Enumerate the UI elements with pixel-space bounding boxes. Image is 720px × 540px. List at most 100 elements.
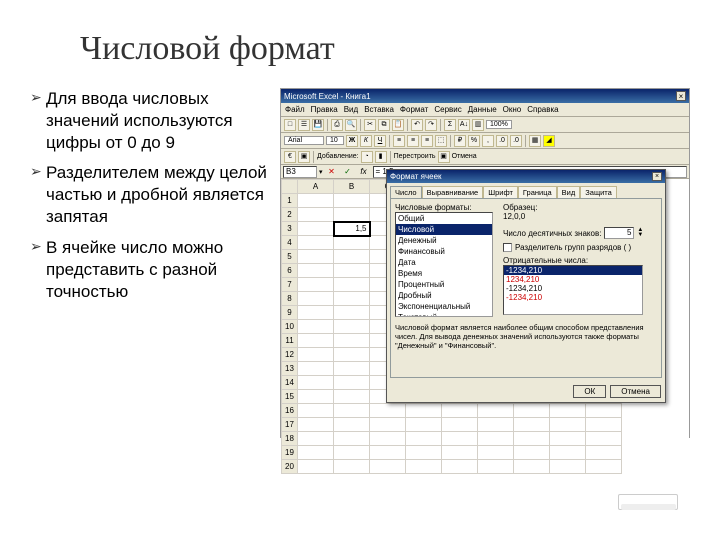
dec-decimal-icon[interactable]: .0: [510, 135, 522, 147]
menu-insert[interactable]: Вставка: [364, 105, 394, 114]
merge-icon[interactable]: ⬚: [435, 135, 447, 147]
menu-data[interactable]: Данные: [468, 105, 497, 114]
row-header[interactable]: 4: [282, 236, 298, 250]
euro-icon[interactable]: €: [284, 151, 296, 163]
cut-icon[interactable]: ✂: [364, 119, 376, 131]
font-size-combo[interactable]: 10: [326, 136, 344, 145]
copy-icon[interactable]: ⧉: [378, 119, 390, 131]
align-center-icon[interactable]: ≡: [407, 135, 419, 147]
fill-color-icon[interactable]: ◢: [543, 135, 555, 147]
tab-protection[interactable]: Защита: [580, 186, 617, 198]
format-option[interactable]: Текстовый: [396, 312, 492, 317]
dropdown-icon[interactable]: ▾: [319, 168, 323, 176]
undo-icon[interactable]: ↶: [411, 119, 423, 131]
row-header[interactable]: 10: [282, 320, 298, 334]
align-left-icon[interactable]: ≡: [393, 135, 405, 147]
font-combo[interactable]: Arial: [284, 136, 324, 145]
row-header[interactable]: 3: [282, 222, 298, 236]
currency-icon[interactable]: ₽: [454, 135, 466, 147]
new-icon[interactable]: □: [284, 119, 296, 131]
format-option[interactable]: Денежный: [396, 235, 492, 246]
sum-icon[interactable]: Σ: [444, 119, 456, 131]
borders-icon[interactable]: ▦: [529, 135, 541, 147]
tab-font[interactable]: Шрифт: [483, 186, 518, 198]
chart-icon[interactable]: ▥: [472, 119, 484, 131]
row-header[interactable]: 11: [282, 334, 298, 348]
paste-icon[interactable]: 📋: [392, 119, 404, 131]
underline-icon[interactable]: Ч: [374, 135, 386, 147]
negative-option[interactable]: -1234,210: [504, 293, 642, 302]
row-header[interactable]: 1: [282, 194, 298, 208]
cell-b3[interactable]: 1,5: [334, 222, 370, 236]
row-header[interactable]: 5: [282, 250, 298, 264]
tab-patterns[interactable]: Вид: [557, 186, 581, 198]
row-header[interactable]: 9: [282, 306, 298, 320]
align-right-icon[interactable]: ≡: [421, 135, 433, 147]
negative-option[interactable]: -1234,210: [504, 284, 642, 293]
confirm-entry-icon[interactable]: ✓: [341, 167, 355, 176]
col-header[interactable]: B: [334, 180, 370, 194]
sort-asc-icon[interactable]: A↓: [458, 119, 470, 131]
comma-icon[interactable]: ,: [482, 135, 494, 147]
italic-icon[interactable]: К: [360, 135, 372, 147]
preview-icon[interactable]: 🔍: [345, 119, 357, 131]
row-header[interactable]: 7: [282, 278, 298, 292]
tab-number[interactable]: Число: [390, 186, 422, 198]
spinner-arrows-icon[interactable]: ▲▼: [637, 228, 643, 238]
negative-option[interactable]: 1234,210: [504, 275, 642, 284]
decimals-spinner[interactable]: 5: [604, 227, 634, 239]
negative-option-selected[interactable]: -1234,210: [504, 266, 642, 275]
close-icon[interactable]: ×: [676, 91, 686, 101]
row-header[interactable]: 12: [282, 348, 298, 362]
cell[interactable]: [298, 194, 334, 208]
close-icon[interactable]: ×: [652, 172, 662, 181]
format-option[interactable]: Финансовый: [396, 246, 492, 257]
menu-tools[interactable]: Сервис: [434, 105, 461, 114]
row-header[interactable]: 16: [282, 404, 298, 418]
menu-file[interactable]: Файл: [285, 105, 305, 114]
format-option[interactable]: Дата: [396, 257, 492, 268]
pie-icon[interactable]: ◔: [361, 151, 373, 163]
format-listbox[interactable]: Общий Числовой Денежный Финансовый Дата …: [395, 212, 493, 317]
row-header[interactable]: 17: [282, 418, 298, 432]
row-header[interactable]: 8: [282, 292, 298, 306]
format-option[interactable]: Экспоненциальный: [396, 301, 492, 312]
fx-icon[interactable]: fx: [357, 167, 371, 176]
menu-help[interactable]: Справка: [527, 105, 558, 114]
menu-edit[interactable]: Правка: [311, 105, 338, 114]
select-all[interactable]: [282, 180, 298, 194]
name-box[interactable]: B3: [283, 166, 317, 178]
row-header[interactable]: 13: [282, 362, 298, 376]
inc-decimal-icon[interactable]: .0: [496, 135, 508, 147]
row-header[interactable]: 18: [282, 432, 298, 446]
print-icon[interactable]: ⎙: [331, 119, 343, 131]
row-header[interactable]: 6: [282, 264, 298, 278]
format-option[interactable]: Время: [396, 268, 492, 279]
cancel-entry-icon[interactable]: ✕: [325, 167, 339, 176]
row-header[interactable]: 19: [282, 446, 298, 460]
camera-icon[interactable]: ▣: [438, 151, 450, 163]
negative-listbox[interactable]: -1234,210 1234,210 -1234,210 -1234,210: [503, 265, 643, 315]
menu-format[interactable]: Формат: [400, 105, 428, 114]
chart-wizard-icon[interactable]: ▣: [298, 151, 310, 163]
format-option[interactable]: Процентный: [396, 279, 492, 290]
menu-window[interactable]: Окно: [503, 105, 522, 114]
row-header[interactable]: 20: [282, 460, 298, 474]
format-option[interactable]: Общий: [396, 213, 492, 224]
redo-icon[interactable]: ↷: [425, 119, 437, 131]
tab-border[interactable]: Граница: [518, 186, 557, 198]
tab-alignment[interactable]: Выравнивание: [422, 186, 484, 198]
save-icon[interactable]: 💾: [312, 119, 324, 131]
row-header[interactable]: 14: [282, 376, 298, 390]
thousands-sep-checkbox[interactable]: Разделитель групп разрядов ( ): [503, 243, 657, 252]
checkbox-icon[interactable]: [503, 243, 512, 252]
bar-icon[interactable]: ▮: [375, 151, 387, 163]
row-header[interactable]: 15: [282, 390, 298, 404]
open-icon[interactable]: ☰: [298, 119, 310, 131]
format-option[interactable]: Дробный: [396, 290, 492, 301]
row-header[interactable]: 2: [282, 208, 298, 222]
cancel-button[interactable]: Отмена: [610, 385, 661, 398]
cell[interactable]: [334, 194, 370, 208]
zoom-combo[interactable]: 100%: [486, 120, 512, 129]
ok-button[interactable]: ОК: [573, 385, 606, 398]
